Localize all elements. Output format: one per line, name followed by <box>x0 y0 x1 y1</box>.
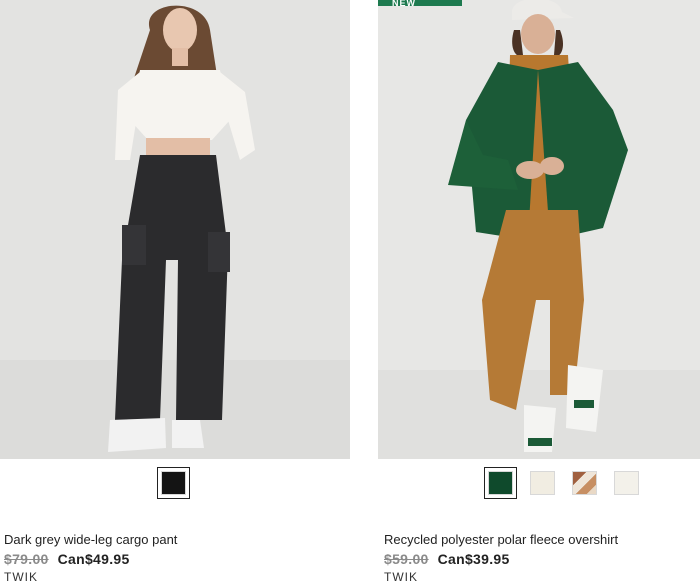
product-image[interactable]: NEW <box>378 0 700 459</box>
swatch-fill <box>530 471 555 495</box>
sale-price: Can$49.95 <box>57 551 130 567</box>
color-swatch-off-white[interactable] <box>610 467 643 499</box>
product-image[interactable] <box>0 0 350 459</box>
color-swatch-patchwork[interactable] <box>568 467 601 499</box>
model-photo-illustration <box>378 0 700 459</box>
product-info: Dark grey wide-leg cargo pant $79.00 Can$… <box>4 532 350 584</box>
swatch-fill <box>488 471 513 495</box>
swatch-fill <box>161 471 186 495</box>
sale-price: Can$39.95 <box>437 551 510 567</box>
color-swatch-black[interactable] <box>157 467 190 499</box>
color-swatch-cream[interactable] <box>526 467 559 499</box>
brand-name: TWIK <box>4 570 38 584</box>
model-photo-illustration <box>0 0 350 459</box>
product-info: Recycled polyester polar fleece overshir… <box>384 532 700 584</box>
brand-name: TWIK <box>384 570 418 584</box>
color-swatch-green[interactable] <box>484 467 517 499</box>
new-badge: NEW <box>378 0 462 6</box>
product-card[interactable]: Dark grey wide-leg cargo pant $79.00 Can$… <box>0 0 350 584</box>
swatch-fill <box>614 471 639 495</box>
product-card[interactable]: NEW Recycled polyester polar fleece over… <box>378 0 700 584</box>
product-name[interactable]: Dark grey wide-leg cargo pant <box>4 532 350 547</box>
price-row: $59.00 Can$39.95 <box>384 551 700 567</box>
price-row: $79.00 Can$49.95 <box>4 551 350 567</box>
color-swatches <box>484 467 643 499</box>
product-name[interactable]: Recycled polyester polar fleece overshir… <box>384 532 700 547</box>
original-price: $59.00 <box>384 551 429 567</box>
swatch-fill <box>572 471 597 495</box>
color-swatches <box>157 467 190 499</box>
original-price: $79.00 <box>4 551 49 567</box>
